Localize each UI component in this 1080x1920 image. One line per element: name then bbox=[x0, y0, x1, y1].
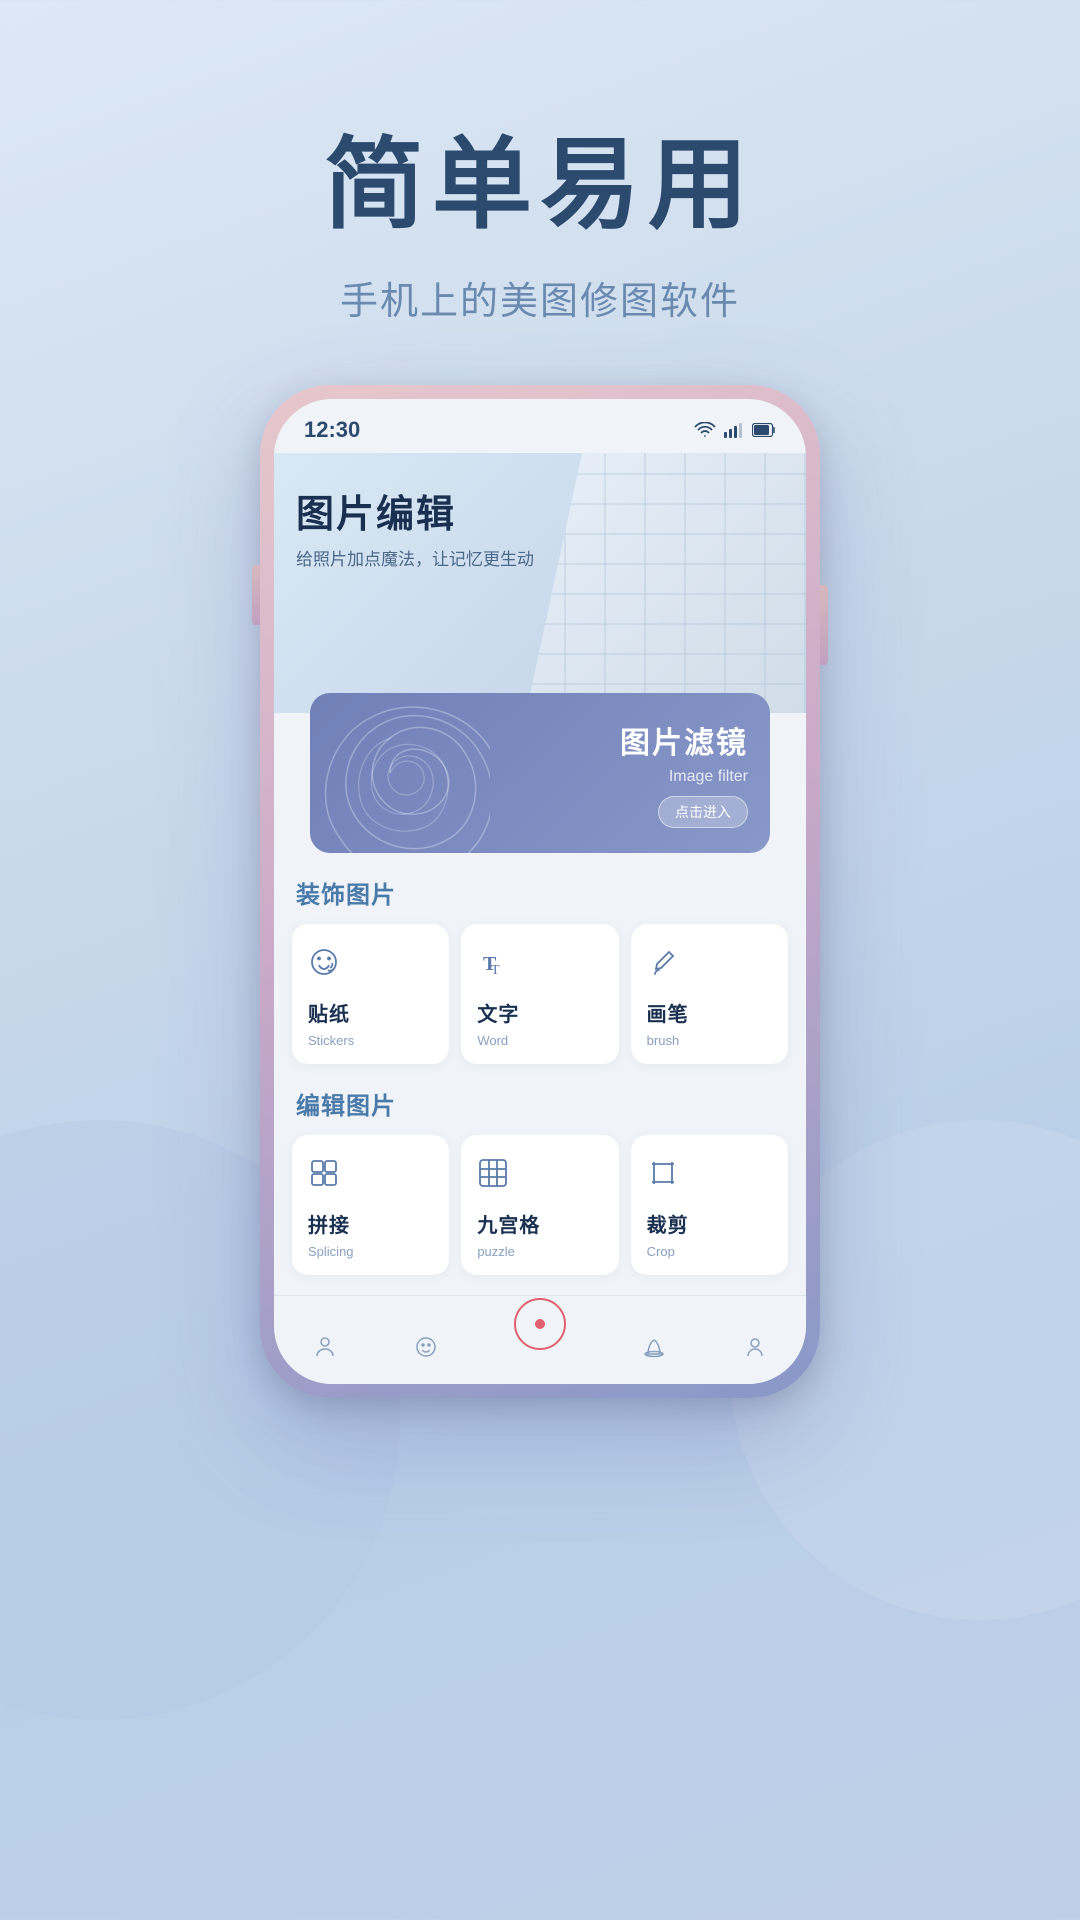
puzzle-name-cn: 九宫格 bbox=[477, 1209, 540, 1238]
text-icon: T T bbox=[477, 946, 509, 984]
splicing-name-cn: 拼接 bbox=[308, 1209, 350, 1238]
banner-title: 图片编辑 bbox=[296, 483, 534, 538]
filter-card-enter-button[interactable]: 点击进入 bbox=[658, 796, 748, 828]
nav-item-1[interactable] bbox=[312, 1334, 338, 1360]
nav-icon-profile bbox=[742, 1334, 768, 1360]
status-bar: 12:30 bbox=[274, 399, 806, 453]
puzzle-name-en: puzzle bbox=[477, 1244, 515, 1259]
filter-card-title-en: Image filter bbox=[669, 768, 748, 786]
filter-card-spiral bbox=[310, 693, 490, 853]
filter-card-content: 图片滤镜 Image filter 点击进入 bbox=[620, 693, 748, 853]
nav-icon-hat bbox=[641, 1334, 667, 1360]
nav-icon-person bbox=[312, 1334, 338, 1360]
wifi-icon bbox=[694, 422, 716, 438]
phone-banner: 图片编辑 给照片加点魔法，让记忆更生动 bbox=[274, 453, 806, 713]
word-name-cn: 文字 bbox=[477, 998, 519, 1027]
section-decorate-title: 装饰图片 bbox=[292, 853, 788, 924]
status-icons bbox=[694, 422, 776, 438]
brush-name-cn: 画笔 bbox=[647, 998, 689, 1027]
status-time: 12:30 bbox=[304, 417, 360, 443]
edit-feature-grid: 拼接 Splicing bbox=[292, 1135, 788, 1275]
phone-inner-screen: 12:30 bbox=[274, 399, 806, 1384]
word-name-en: Word bbox=[477, 1033, 508, 1048]
splice-icon bbox=[308, 1157, 340, 1195]
signal-icon bbox=[724, 422, 744, 438]
crop-icon bbox=[647, 1157, 679, 1195]
phone-bottom-nav bbox=[274, 1295, 806, 1384]
feature-card-brush[interactable]: 画笔 brush bbox=[631, 924, 788, 1064]
nav-icon-face bbox=[413, 1334, 439, 1360]
svg-text:T: T bbox=[491, 963, 500, 978]
banner-building bbox=[526, 453, 806, 713]
section-edit-title: 编辑图片 bbox=[292, 1064, 788, 1135]
banner-subtitle: 给照片加点魔法，让记忆更生动 bbox=[296, 548, 534, 572]
decorate-feature-grid: 贴纸 Stickers T T 文字 Word bbox=[292, 924, 788, 1064]
hero-subtitle: 手机上的美图修图软件 bbox=[0, 270, 1080, 325]
filter-card[interactable]: 图片滤镜 Image filter 点击进入 bbox=[310, 693, 770, 853]
hero-title: 简单易用 bbox=[0, 130, 1080, 240]
phone-content: 图片滤镜 Image filter 点击进入 装饰图片 bbox=[274, 693, 806, 1295]
feature-card-puzzle[interactable]: 九宫格 puzzle bbox=[461, 1135, 618, 1275]
nav-item-4[interactable] bbox=[641, 1334, 667, 1360]
banner-text: 图片编辑 给照片加点魔法，让记忆更生动 bbox=[296, 483, 534, 572]
brush-name-en: brush bbox=[647, 1033, 680, 1048]
feature-card-crop[interactable]: 裁剪 Crop bbox=[631, 1135, 788, 1275]
nav-item-center[interactable] bbox=[514, 1298, 566, 1350]
sticker-icon bbox=[308, 946, 340, 984]
battery-icon bbox=[752, 423, 776, 437]
stickers-name-cn: 贴纸 bbox=[308, 998, 350, 1027]
crop-name-cn: 裁剪 bbox=[647, 1209, 689, 1238]
feature-card-splicing[interactable]: 拼接 Splicing bbox=[292, 1135, 449, 1275]
phone-outer-frame: 12:30 bbox=[260, 385, 820, 1398]
phone-mockup-wrapper: 12:30 bbox=[0, 385, 1080, 1398]
hero-section: 简单易用 手机上的美图修图软件 bbox=[0, 0, 1080, 385]
grid-icon bbox=[477, 1157, 509, 1195]
nav-item-5[interactable] bbox=[742, 1334, 768, 1360]
crop-name-en: Crop bbox=[647, 1244, 675, 1259]
nav-center-dot bbox=[535, 1319, 545, 1329]
feature-card-stickers[interactable]: 贴纸 Stickers bbox=[292, 924, 449, 1064]
splicing-name-en: Splicing bbox=[308, 1244, 354, 1259]
stickers-name-en: Stickers bbox=[308, 1033, 354, 1048]
brush-icon bbox=[647, 946, 679, 984]
nav-center-button[interactable] bbox=[514, 1298, 566, 1350]
feature-card-word[interactable]: T T 文字 Word bbox=[461, 924, 618, 1064]
filter-card-title-cn: 图片滤镜 bbox=[620, 718, 748, 762]
nav-item-2[interactable] bbox=[413, 1334, 439, 1360]
building-grid bbox=[526, 453, 806, 713]
